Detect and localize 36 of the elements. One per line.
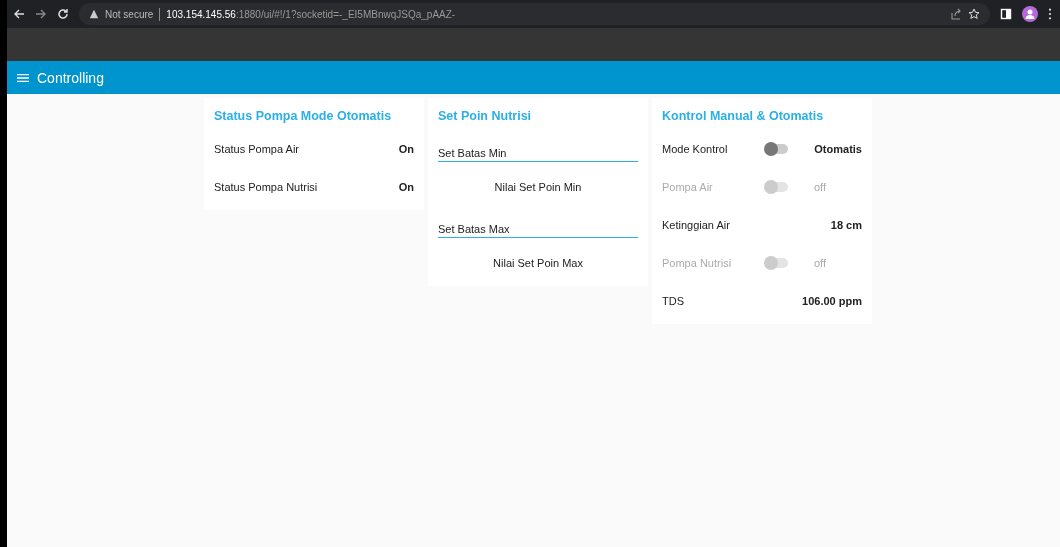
row-label: Status Pompa Nutrisi [214, 181, 319, 193]
security-label: Not secure [105, 8, 154, 20]
input-field[interactable]: Set Batas Max [438, 221, 638, 238]
value-text: Nilai Set Poin Min [494, 181, 582, 193]
value-text: Nilai Set Poin Max [493, 257, 583, 269]
card-title: Kontrol Manual & Otomatis [661, 108, 825, 125]
row-value: 106.00 ppm [802, 295, 862, 307]
row-label: Status Pompa Air [214, 143, 300, 155]
row-value: On [398, 181, 414, 193]
warning-icon [89, 9, 99, 19]
menu-icon[interactable] [17, 72, 29, 83]
address-bar[interactable]: Not secure 103.154.145.56:1880/ui/#!/1?socketid=-_EI5MBnwqJSQa_pAAZ- [79, 3, 990, 25]
card-title: Set Poin Nutrisi [437, 108, 533, 125]
row-value: On [398, 143, 414, 155]
side-panel-icon[interactable] [1000, 8, 1012, 20]
profile-avatar-icon[interactable] [1022, 6, 1038, 22]
forward-icon[interactable] [35, 8, 47, 20]
url-text: 103.154.145.56:1880/ui/#!/1?socketid=-_EI5MBnwqJSQa_pAAZ- [166, 8, 456, 20]
star-icon[interactable] [968, 8, 980, 20]
row-label: Mode Kontrol [662, 143, 729, 155]
input-field[interactable]: Set Batas Min [438, 145, 638, 162]
share-icon[interactable] [950, 8, 962, 20]
toggle-switch[interactable] [766, 144, 788, 154]
page-title: Controlling [37, 69, 104, 86]
row-label: Ketinggian Air [662, 219, 731, 231]
reload-icon[interactable] [57, 8, 69, 20]
row-label: TDS [662, 295, 685, 307]
back-icon[interactable] [13, 8, 25, 20]
row-label: Pompa Nutrisi [662, 257, 733, 269]
switch-value: off [814, 181, 828, 193]
row-value: 18 cm [830, 219, 862, 231]
more-icon[interactable] [1048, 8, 1052, 20]
switch-value: Otomatis [814, 143, 862, 155]
switch-value: off [814, 257, 828, 269]
row-label: Pompa Air [662, 181, 714, 193]
card-title: Status Pompa Mode Otomatis [213, 108, 393, 125]
